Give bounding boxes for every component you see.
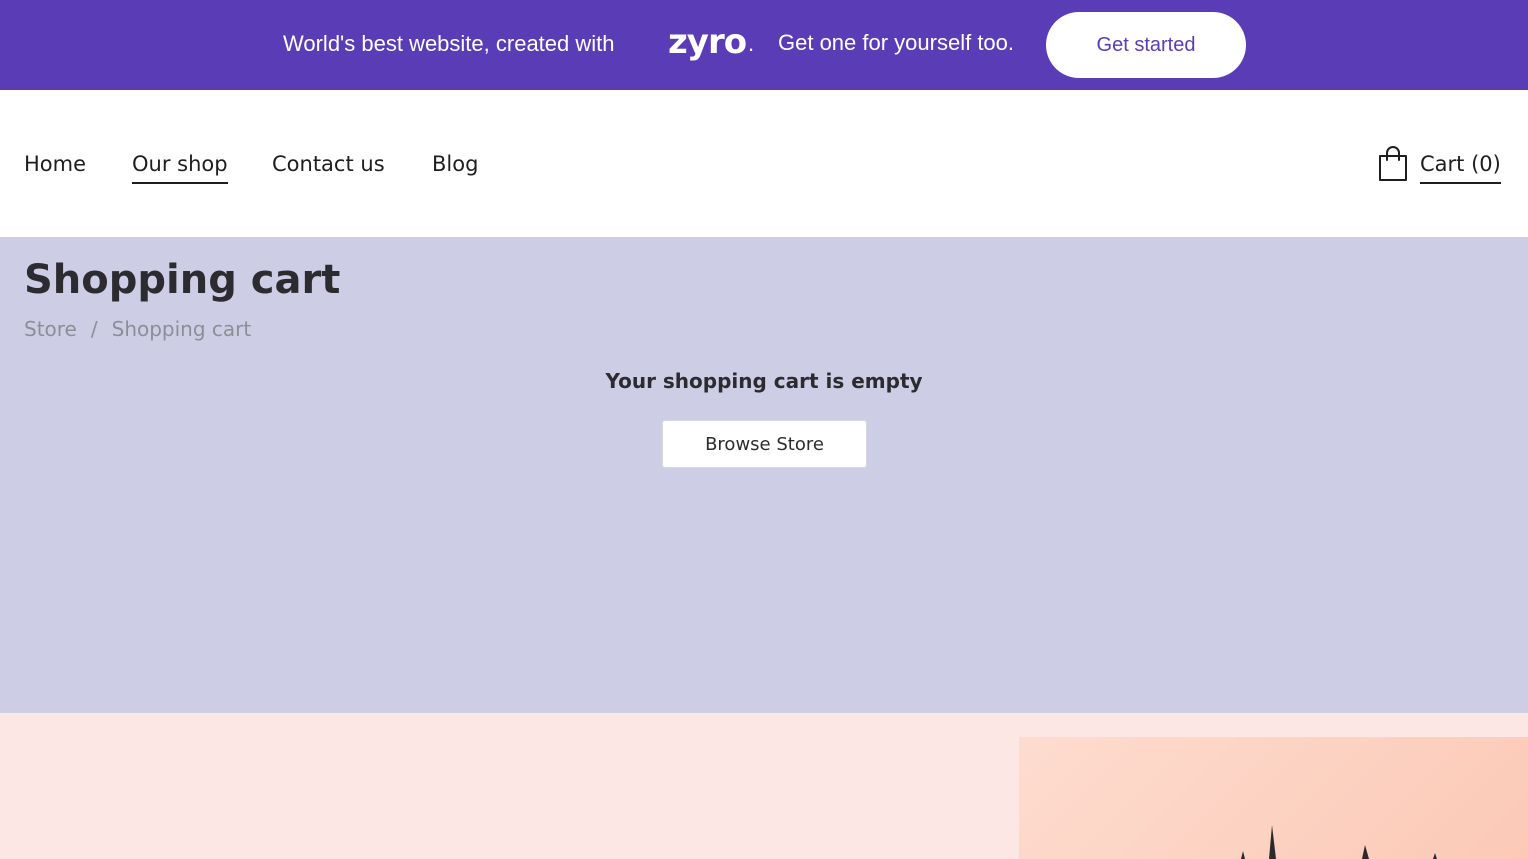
shopping-cart-section: Shopping cart Store / Shopping cart Your s… [0,237,1528,713]
nav-item-our-shop[interactable]: Our shop [132,150,228,184]
site-header: Home Our shop Contact us Blog Cart (0) [0,90,1528,237]
breadcrumb: Store / Shopping cart [24,315,251,343]
plant-illustration [1241,825,1437,859]
breadcrumb-store-link[interactable]: Store [24,317,77,341]
promo-subtext: Get one for yourself too. [778,30,1015,55]
breadcrumb-current: Shopping cart [111,317,252,341]
nav-item-home[interactable]: Home [24,150,86,178]
empty-cart-message: Your shopping cart is empty [605,369,923,393]
breadcrumb-separator: / [90,317,98,341]
promo-banner: World's best website, created with zyro … [0,0,1528,90]
nav-item-contact-us[interactable]: Contact us [272,150,385,178]
get-started-button[interactable]: Get started [1046,12,1246,78]
zyro-logo[interactable]: zyro [668,24,747,60]
featured-image [1019,737,1528,859]
cart-link[interactable]: Cart (0) [1420,150,1501,184]
nav-item-blog[interactable]: Blog [432,150,478,178]
promo-text: World's best website, created with [283,31,615,56]
zyro-logo-dot: . [748,31,755,56]
browse-store-button[interactable]: Browse Store [662,420,867,468]
page-title: Shopping cart [24,257,341,303]
shopping-bag-icon[interactable] [1378,146,1408,182]
featured-section [0,713,1528,859]
